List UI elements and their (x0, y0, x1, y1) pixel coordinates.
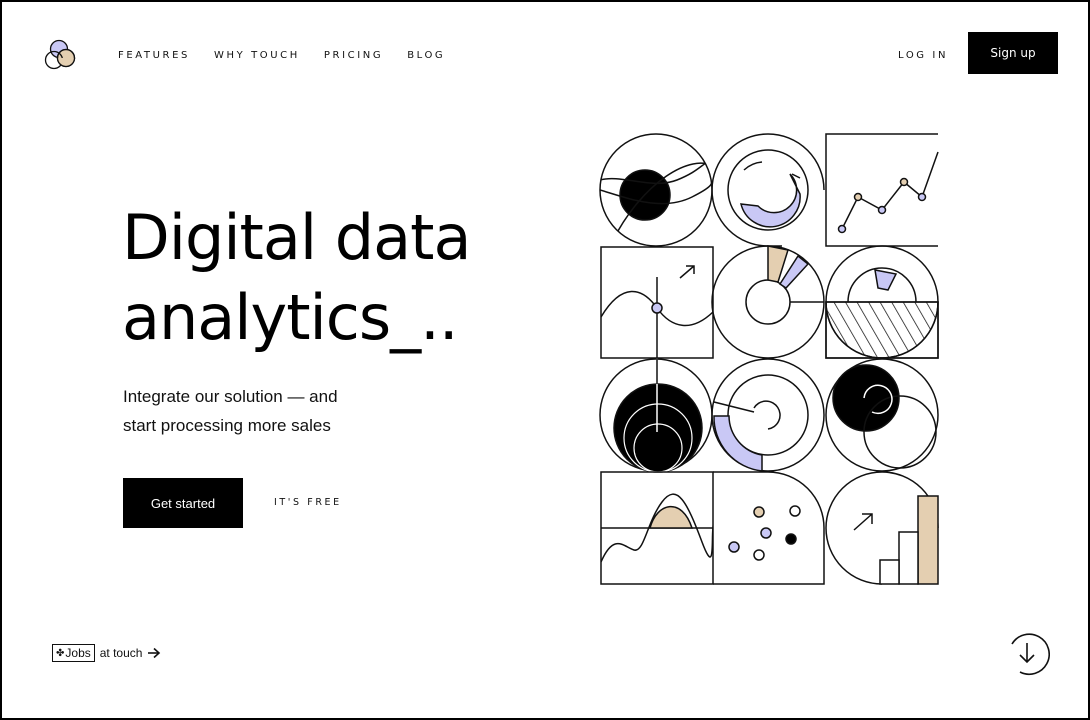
main-nav: FEATURES WHY TOUCH PRICING BLOG (118, 50, 445, 61)
hero-subtitle-line-2: start processing more sales (123, 416, 331, 435)
signup-button[interactable]: Sign up (968, 32, 1058, 74)
hero-title-line-2: analytics_.. (122, 281, 459, 354)
hero-subtitle-line-1: Integrate our solution — and (123, 387, 338, 406)
hero-title-line-1: Digital data (122, 201, 471, 274)
arrow-down-circle-icon[interactable] (1006, 632, 1050, 676)
jobs-link-label: at touch (99, 646, 143, 660)
three-circles-logo-icon[interactable] (42, 38, 82, 72)
tile-donut-chart-icon (711, 245, 825, 359)
analytics-illustration (599, 133, 939, 585)
get-started-button[interactable]: Get started (123, 478, 243, 528)
tile-nested-circles-icon (599, 358, 713, 473)
nav-item-blog[interactable]: BLOG (407, 50, 445, 61)
tile-area-chart-icon (600, 471, 714, 585)
tile-line-chart-icon (825, 133, 939, 247)
arrow-right-icon (148, 647, 161, 659)
jobs-badge: ✤ Jobs (52, 644, 95, 662)
hero-title: Digital data analytics_.. (122, 198, 471, 358)
its-free-note: IT'S FREE (274, 497, 342, 508)
tile-overlap-circles-icon (825, 358, 939, 472)
clover-icon: ✤ (56, 647, 65, 659)
tile-wave-trend-icon (600, 246, 714, 359)
nav-item-why-touch[interactable]: WHY TOUCH (214, 50, 300, 61)
tile-scatter-plot-icon (713, 471, 825, 585)
tile-orbit-icon (599, 133, 713, 247)
nav-item-pricing[interactable]: PRICING (324, 50, 383, 61)
nav-item-features[interactable]: FEATURES (118, 50, 190, 61)
login-link[interactable]: LOG IN (898, 50, 948, 61)
hero-subtitle: Integrate our solution — and start proce… (123, 382, 423, 440)
jobs-link[interactable]: ✤ Jobs at touch (52, 644, 161, 662)
tile-spiral-icon (711, 358, 825, 472)
jobs-badge-label: Jobs (65, 646, 91, 660)
page-frame: FEATURES WHY TOUCH PRICING BLOG LOG IN S… (0, 0, 1090, 720)
tile-hatched-gauge-icon (825, 245, 939, 359)
tile-bar-chart-icon (825, 471, 939, 585)
tile-ring-gauge-icon (711, 133, 825, 247)
